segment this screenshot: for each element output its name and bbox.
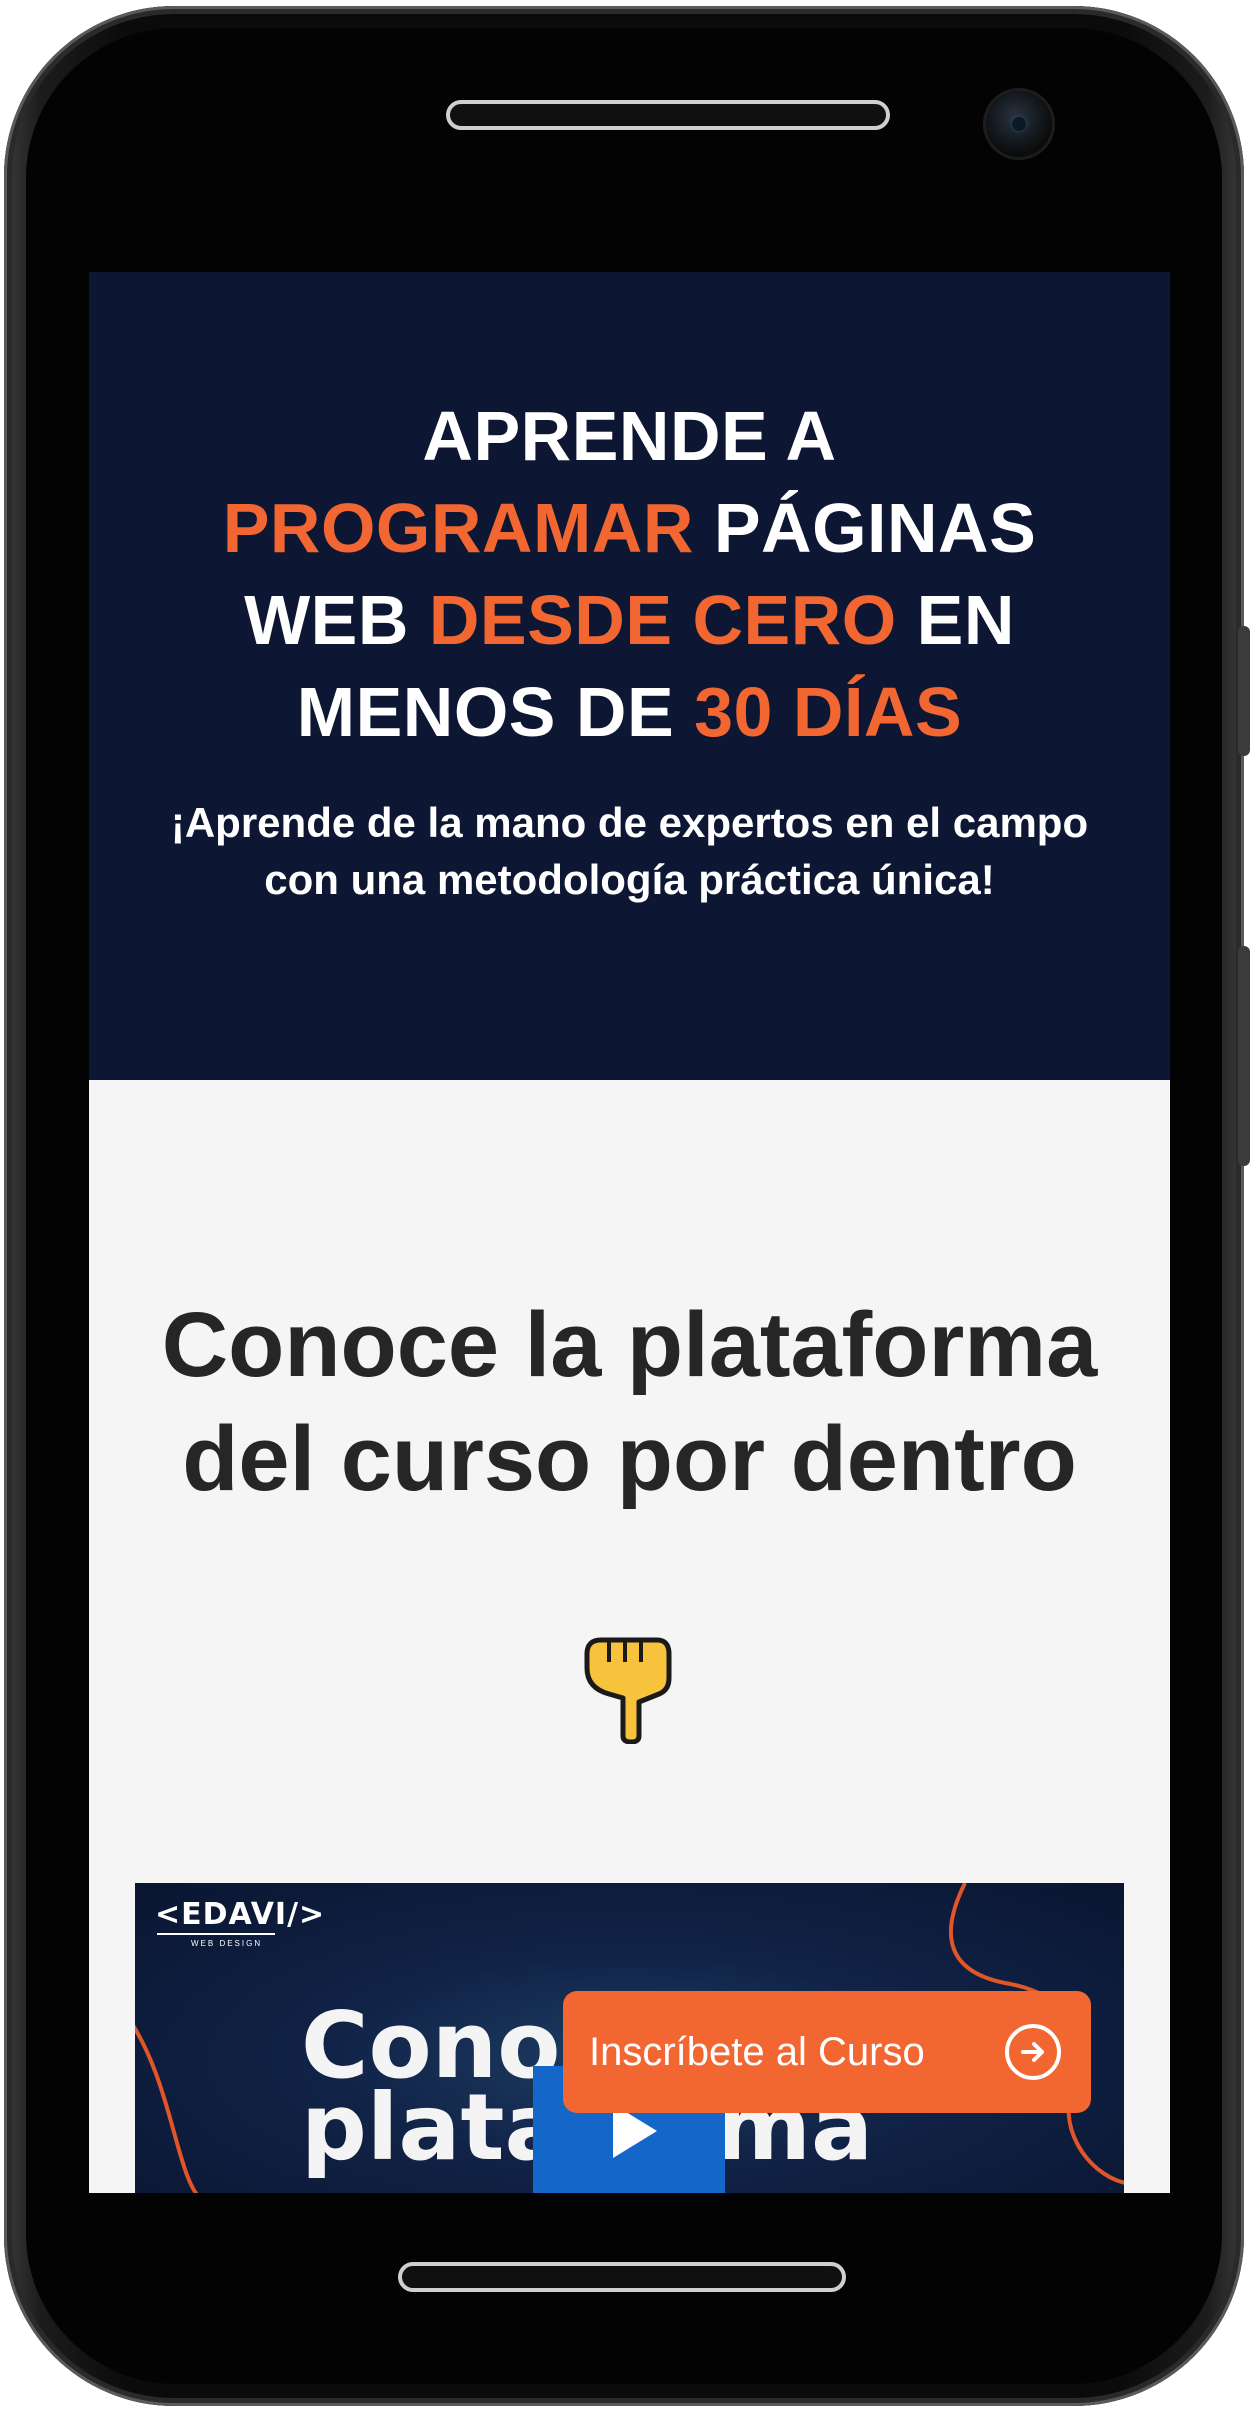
pointing-down-hand-icon [584,1637,672,1744]
hero-title-text-menos-de: MENOS DE [296,673,695,751]
hero-title-text-web: WEB [244,581,429,659]
hero-title-text-paginas: PÁGINAS [693,489,1037,567]
enroll-button-label: Inscríbete al Curso [589,2029,925,2074]
hero-section: APRENDE A PROGRAMAR PÁGINAS WEB DESDE CE… [89,272,1170,1080]
hero-title-highlight-30-dias: 30 DÍAS [694,673,963,751]
logo-underline [157,1933,275,1935]
volume-button [1238,626,1250,756]
screen: APRENDE A PROGRAMAR PÁGINAS WEB DESDE CE… [89,272,1170,2193]
hero-title: APRENDE A PROGRAMAR PÁGINAS WEB DESDE CE… [129,390,1130,758]
hero-title-text-en: EN [896,581,1015,659]
earpiece-speaker [446,100,890,130]
arrow-circle-right-icon [1005,2024,1061,2080]
edavi-logo: <EDAVI/> [155,1897,326,1932]
enroll-button[interactable]: Inscríbete al Curso [563,1991,1091,2113]
section-title: Conoce la plataforma del curso por dentr… [161,1294,1098,1510]
front-camera [986,91,1052,157]
hero-subtitle: ¡Aprende de la mano de expertos en el ca… [170,799,1089,903]
hero-title-highlight-programar: PROGRAMAR [222,489,694,567]
hero-title-line-1: APRENDE A [422,397,837,475]
edavi-logo-subtitle: WEB DESIGN [191,1939,263,1948]
hero-title-highlight-desde-cero: DESDE CERO [428,581,897,659]
bottom-speaker [398,2262,846,2292]
power-button [1238,946,1250,1166]
